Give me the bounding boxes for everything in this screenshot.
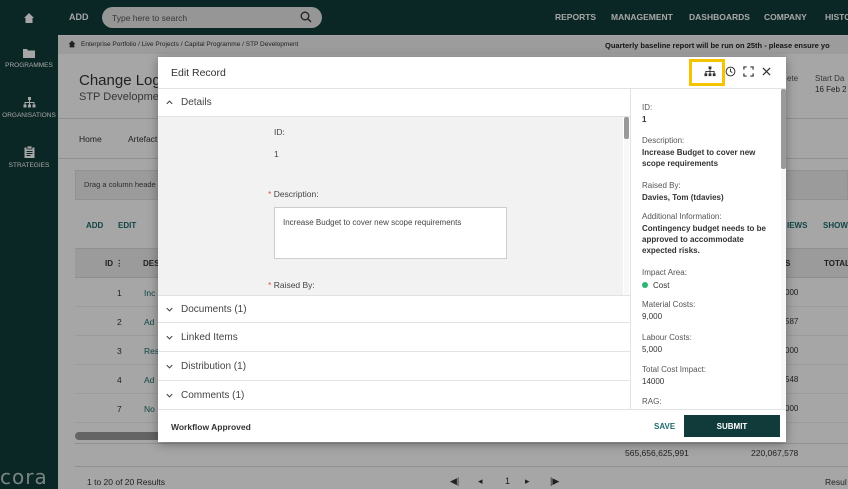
summary-label: ID:	[642, 103, 653, 112]
section-label: Comments (1)	[181, 390, 245, 401]
summary-value: Contingency budget needs to be approved …	[642, 224, 767, 255]
description-label: * Description:	[268, 189, 319, 199]
required-marker: *	[268, 189, 272, 199]
chevron-down-icon	[166, 335, 173, 340]
section-label: Distribution (1)	[181, 361, 247, 372]
chevron-down-icon	[166, 307, 173, 312]
id-label: ID:	[274, 127, 285, 137]
summary-label: Raised By:	[642, 181, 681, 190]
section-label: Linked Items	[181, 332, 238, 343]
section-linked-items-header[interactable]: Linked Items	[158, 324, 630, 352]
save-button[interactable]: SAVE	[654, 422, 675, 431]
summary-value: 14000	[642, 377, 665, 386]
summary-label: Description:	[642, 136, 685, 145]
section-label: Documents (1)	[181, 304, 247, 315]
section-label: Details	[181, 97, 212, 108]
summary-label: Total Cost Impact:	[642, 365, 707, 374]
highlight-box	[689, 59, 725, 86]
scrollbar-thumb[interactable]	[624, 117, 629, 139]
workflow-status: Workflow Approved	[171, 422, 251, 432]
chevron-down-icon	[166, 393, 173, 398]
section-distribution-header[interactable]: Distribution (1)	[158, 353, 630, 381]
summary-value: Davies, Tom (tdavies)	[642, 193, 724, 202]
section-comments-header[interactable]: Comments (1)	[158, 382, 630, 409]
summary-value: 1	[642, 115, 647, 124]
edit-record-dialog: Edit Record Details ID: 1 * Description:…	[158, 57, 786, 442]
summary-value: Increase Budget to cover new scope requi…	[642, 148, 756, 168]
summary-label: Additional Information:	[642, 212, 722, 221]
close-icon[interactable]	[762, 67, 771, 76]
dialog-title: Edit Record	[171, 67, 226, 79]
summary-value: 9,000	[642, 312, 663, 321]
summary-label: Material Costs:	[642, 300, 696, 309]
divider	[158, 409, 786, 410]
required-marker: *	[268, 280, 272, 290]
chevron-up-icon	[166, 100, 173, 105]
history-clock-icon[interactable]	[725, 66, 736, 77]
description-value: Increase Budget to cover new scope requi…	[283, 218, 462, 227]
summary-value: 5,000	[642, 345, 663, 354]
details-section: ID: 1 * Description: Increase Budget to …	[158, 117, 623, 295]
description-field[interactable]: Increase Budget to cover new scope requi…	[274, 207, 507, 259]
form-pane: Details ID: 1 * Description: Increase Bu…	[158, 89, 630, 409]
expand-icon[interactable]	[743, 66, 754, 77]
id-value: 1	[274, 149, 279, 159]
vertical-scrollbar[interactable]	[781, 89, 786, 409]
section-details-header[interactable]: Details	[158, 89, 630, 117]
summary-label: Labour Costs:	[642, 333, 692, 342]
chevron-down-icon	[166, 364, 173, 369]
summary-label: Impact Area:	[642, 268, 687, 277]
raised-by-label: * Raised By:	[268, 280, 315, 290]
summary-pane: ID: 1 Description: Increase Budget to co…	[631, 89, 781, 409]
impact-area-value: Cost	[642, 280, 774, 291]
status-dot-icon	[642, 282, 648, 288]
submit-button[interactable]: SUBMIT	[684, 415, 780, 437]
vertical-scrollbar[interactable]	[624, 117, 629, 295]
summary-label: RAG:	[642, 397, 662, 406]
scrollbar-thumb[interactable]	[781, 89, 786, 169]
section-documents-header[interactable]: Documents (1)	[158, 295, 630, 323]
